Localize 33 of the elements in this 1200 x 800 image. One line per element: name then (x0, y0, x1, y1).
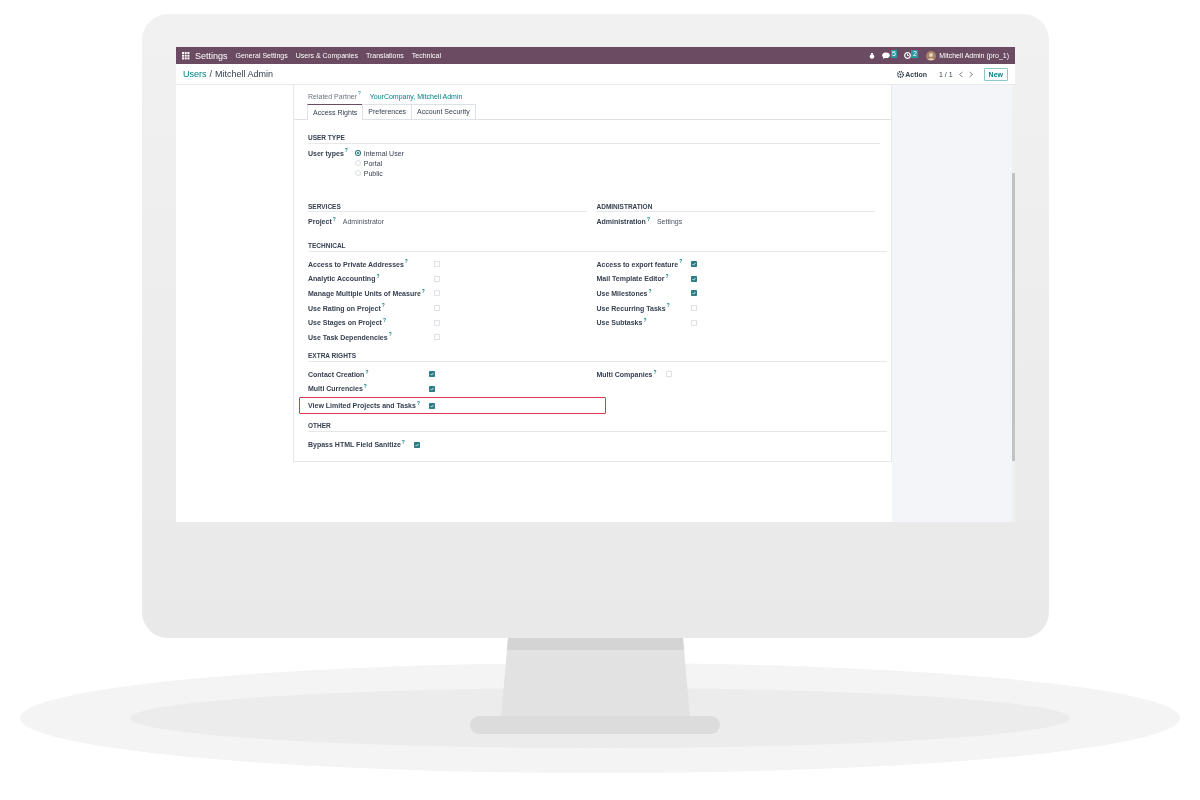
next-icon[interactable] (967, 70, 974, 78)
checked-checkbox[interactable] (428, 385, 435, 392)
checkbox[interactable] (665, 371, 672, 378)
checked-checkbox[interactable] (691, 275, 698, 282)
chat-icon[interactable] (881, 52, 891, 59)
apps-menu-icon[interactable] (182, 51, 190, 60)
selected-radio[interactable] (354, 150, 361, 156)
clock-icon[interactable] (904, 52, 912, 59)
app-name[interactable]: Settings (195, 50, 228, 61)
checkbox[interactable] (433, 261, 440, 268)
scrollbar[interactable] (1012, 85, 1015, 522)
checked-checkbox[interactable] (428, 371, 435, 378)
scrollbar-thumb[interactable] (1012, 173, 1015, 461)
checked-checkbox[interactable] (428, 402, 435, 409)
gear-icon (896, 70, 904, 78)
checkbox[interactable] (433, 319, 440, 326)
checkbox[interactable] (433, 305, 440, 312)
checked-checkbox[interactable] (691, 261, 698, 268)
checked-checkbox[interactable] (691, 290, 698, 297)
checkbox[interactable] (433, 334, 440, 341)
checked-checkbox[interactable] (413, 441, 420, 448)
checkbox[interactable] (433, 275, 440, 282)
checkbox[interactable] (691, 305, 698, 312)
breadcrumb-current: Mitchell Admin (215, 69, 274, 79)
avatar-icon[interactable] (926, 50, 937, 61)
breadcrumb-link[interactable]: Users (183, 69, 207, 79)
radio[interactable] (354, 170, 361, 176)
radio[interactable] (354, 160, 361, 166)
bug-icon[interactable] (868, 52, 875, 59)
checkbox[interactable] (433, 290, 440, 297)
breadcrumb-separator: / (209, 69, 213, 79)
checkbox[interactable] (691, 319, 698, 326)
previous-icon[interactable] (957, 70, 964, 78)
